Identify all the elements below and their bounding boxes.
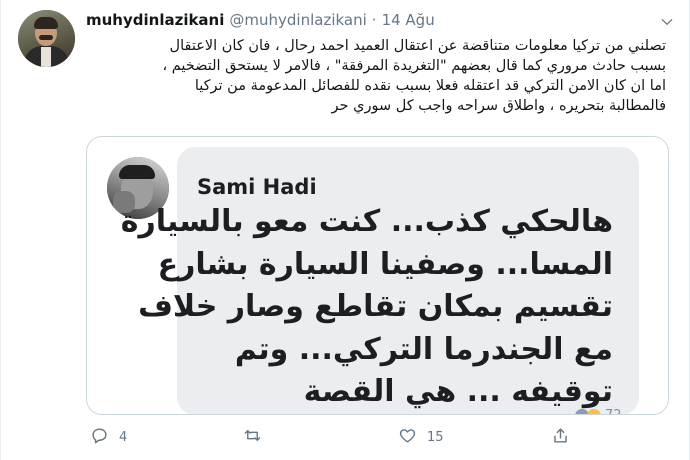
- reply-icon: [90, 426, 109, 449]
- tweet-timestamp[interactable]: 14 Ağu: [382, 11, 435, 29]
- tweet[interactable]: muhydinlazikani @muhydinlazikani · 14 Ağ…: [0, 0, 690, 460]
- attached-image[interactable]: Sami Hadi هالحكي كذب... كنت معو بالسيارة…: [86, 136, 669, 415]
- chevron-down-icon[interactable]: [656, 11, 678, 33]
- author-avatar[interactable]: [18, 10, 75, 67]
- embedded-line: المسا... وصفينا السيارة بشارع: [157, 246, 613, 282]
- tweet-text-line: بسبب حادث مروري كما قال بعضهم "التغريدة …: [162, 58, 666, 74]
- tweet-text-line: فالمطالبة بتحريره ، واطلاق سراحه واجب كل…: [331, 98, 666, 114]
- share-icon: [551, 426, 570, 449]
- reaction-count: 72: [605, 408, 622, 414]
- author-name[interactable]: muhydinlazikani: [86, 11, 224, 29]
- reply-count: 4: [119, 430, 128, 445]
- author-handle[interactable]: @muhydinlazikani: [229, 11, 366, 29]
- tweet-text-line: اما ان كان الامن التركي قد اعتقله فعلا ب…: [194, 78, 666, 94]
- reaction-summary: 72: [575, 408, 622, 414]
- retweet-button[interactable]: [243, 426, 272, 449]
- embedded-line: هالحكي كذب... كنت معو بالسيارة: [120, 204, 613, 239]
- like-count: 15: [427, 430, 444, 445]
- tweet-header: muhydinlazikani @muhydinlazikani · 14 Ağ…: [86, 11, 435, 33]
- like-button[interactable]: 15: [398, 426, 444, 449]
- retweet-icon: [243, 426, 262, 449]
- embedded-line: توقيفه ... هي القصة: [303, 374, 613, 409]
- tweet-text: تصلني من تركيا معلومات متناقضة عن اعتقال…: [86, 36, 666, 116]
- separator-dot: ·: [371, 11, 377, 29]
- haha-reaction-icon: [587, 408, 601, 414]
- tweet-text-line: تصلني من تركيا معلومات متناقضة عن اعتقال…: [169, 38, 666, 54]
- reply-button[interactable]: 4: [90, 426, 127, 449]
- embedded-line: مع الجندرما التركي... وتم: [234, 331, 613, 367]
- embedded-author-name: Sami Hadi: [197, 175, 317, 199]
- tweet-actions: 4 15: [86, 426, 606, 452]
- embedded-comment-text: هالحكي كذب... كنت معو بالسيارة المسا... …: [120, 201, 613, 414]
- embedded-line: تقسيم بمكان تقاطع وصار خلاف: [138, 289, 613, 324]
- heart-icon: [398, 426, 417, 449]
- share-button[interactable]: [551, 426, 570, 449]
